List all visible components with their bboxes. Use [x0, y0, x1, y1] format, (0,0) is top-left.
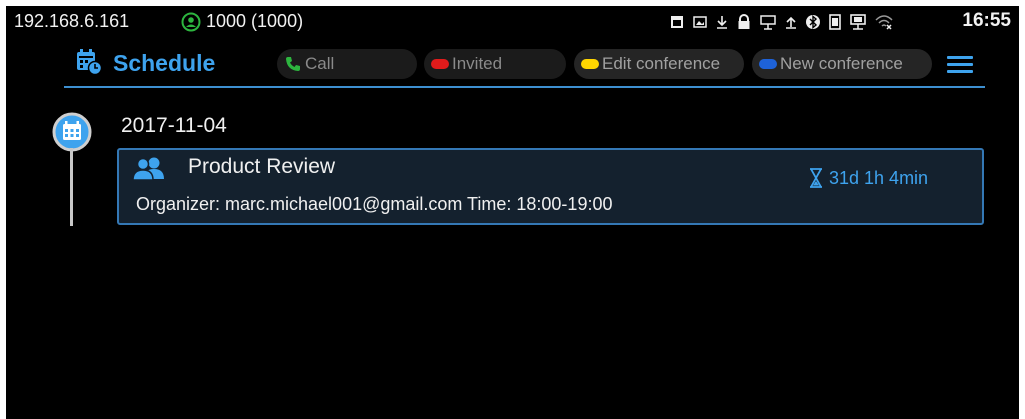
edit-conference-label: Edit conference — [602, 54, 721, 73]
wifi-off-icon — [875, 14, 893, 30]
lock-icon — [737, 14, 751, 30]
meeting-countdown: 31d 1h 4min — [829, 168, 929, 188]
image-icon — [693, 15, 707, 29]
invited-legend: Invited — [424, 49, 566, 79]
ip-address: 192.168.6.161 — [14, 11, 130, 31]
hourglass-icon — [809, 168, 823, 193]
invited-label: Invited — [452, 54, 503, 73]
call-label: Call — [305, 54, 335, 73]
screen-frame: 192.168.6.161 1000 (1000) 16:55 Schedule… — [6, 6, 1019, 419]
menu-icon[interactable] — [947, 56, 973, 74]
edit-conference-dot — [581, 59, 599, 69]
meeting-details: Organizer: marc.michael001@gmail.com Tim… — [136, 194, 613, 214]
clock: 16:55 — [962, 10, 1011, 31]
phone-icon — [285, 56, 301, 72]
call-button[interactable]: Call — [277, 49, 417, 79]
schedule-header: Schedule Call Invited Edit conference Ne… — [6, 36, 1019, 88]
schedule-app-icon — [76, 49, 103, 80]
header-divider — [64, 86, 985, 88]
invited-dot — [431, 59, 449, 69]
new-conference-legend: New conference — [752, 49, 932, 79]
meeting-title: Product Review — [188, 155, 336, 178]
new-conference-label: New conference — [780, 54, 903, 73]
calendar-icon — [670, 15, 684, 29]
meeting-card[interactable]: Product Review Organizer: marc.michael00… — [117, 148, 984, 225]
schedule-date: 2017-11-04 — [121, 114, 227, 137]
upload-icon — [785, 15, 797, 29]
timeline-line — [70, 148, 73, 226]
group-icon — [132, 156, 166, 185]
new-conference-dot — [759, 59, 777, 69]
account-label: 1000 (1000) — [206, 11, 304, 31]
edit-conference-legend: Edit conference — [574, 49, 744, 79]
network-icon — [850, 14, 866, 30]
account-status-icon — [181, 12, 201, 37]
download-icon — [716, 15, 728, 29]
page-title: Schedule — [113, 50, 216, 76]
usb-icon — [760, 14, 776, 30]
status-bar: 192.168.6.161 1000 (1000) 16:55 — [6, 6, 1019, 36]
status-tray — [670, 13, 893, 31]
bluetooth-icon — [806, 14, 820, 30]
sim-icon — [829, 14, 841, 30]
